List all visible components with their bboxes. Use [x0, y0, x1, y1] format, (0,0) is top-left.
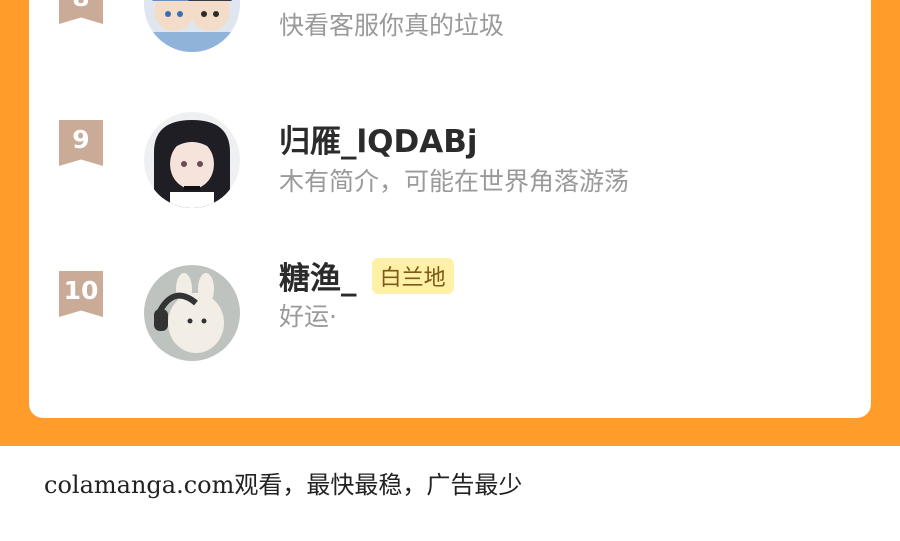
rank-badge: 9: [59, 120, 103, 166]
ranking-panel: 8 快看客服你真的垃圾: [0, 0, 900, 446]
leaderboard-row[interactable]: 10 糖渔_ 白兰地 好运·: [29, 257, 871, 365]
name-line: 归雁_lQDABj: [279, 116, 477, 160]
user-bio: 快看客服你真的垃圾: [279, 11, 505, 40]
user-tag: 白兰地: [371, 257, 454, 294]
name-line: 糖渔_ 白兰地: [279, 253, 454, 297]
rank-badge: 8: [59, 0, 103, 24]
user-name[interactable]: 归雁_lQDABj: [279, 116, 477, 161]
user-bio: 好运·: [279, 302, 337, 331]
avatar[interactable]: [144, 112, 240, 208]
user-bio: 木有简介，可能在世界角落游荡: [279, 167, 630, 196]
leaderboard-row[interactable]: 9 归雁_lQDABj 木有简介，可能在世界角落游荡: [29, 112, 871, 212]
avatar[interactable]: [144, 265, 240, 361]
rank-badge: 10: [59, 271, 103, 317]
ranking-card: 8 快看客服你真的垃圾: [29, 0, 871, 418]
watermark-text: colamanga.com观看，最快最稳，广告最少: [44, 471, 523, 499]
leaderboard-row[interactable]: 8 快看客服你真的垃圾: [29, 0, 871, 78]
user-name[interactable]: 糖渔_: [279, 253, 357, 298]
avatar[interactable]: [144, 0, 240, 52]
